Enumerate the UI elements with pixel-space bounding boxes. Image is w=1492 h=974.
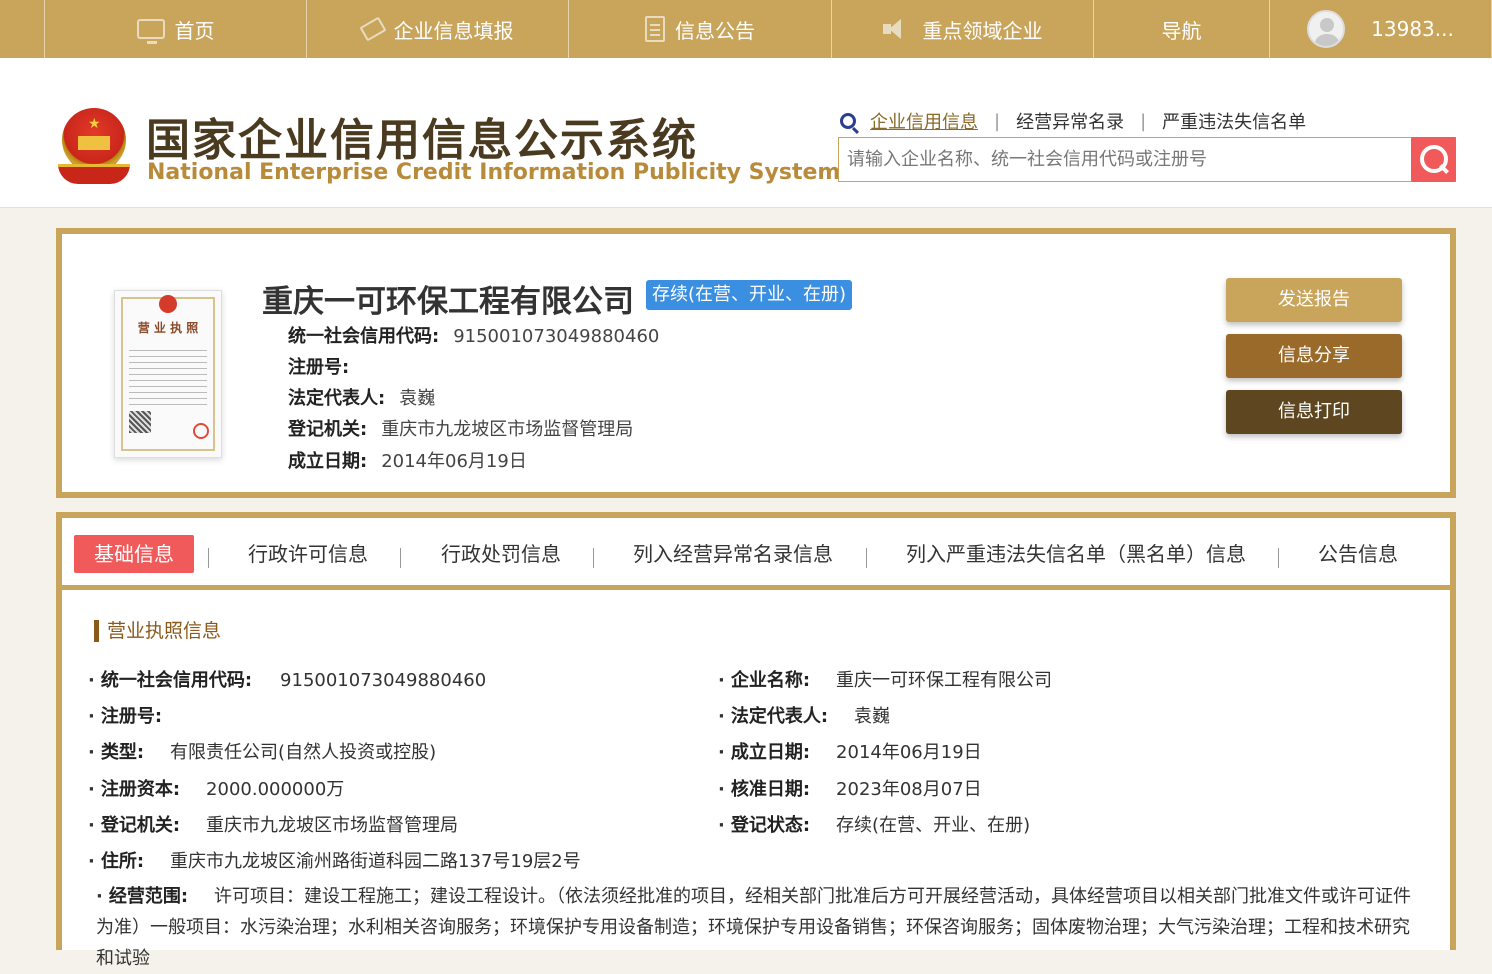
- summary-established: 成立日期: 2014年06月19日: [288, 451, 527, 472]
- basic-info-panel: 营业执照信息 · 统一社会信用代码: 915001073049880460 · 注册号…: [56, 590, 1456, 969]
- national-emblem-logo: ★: [58, 108, 130, 186]
- nav-navigation-label: 导航: [1161, 18, 1202, 43]
- search-button[interactable]: [1411, 137, 1456, 182]
- avatar: [1307, 10, 1346, 48]
- detail-credit-code: · 统一社会信用代码: 915001073049880460: [88, 670, 487, 691]
- send-report-button[interactable]: 发送报告: [1226, 278, 1402, 322]
- nav-enterprise-report[interactable]: 企业信息填报: [307, 0, 569, 58]
- nav-key-enterprises-label: 重点领域企业: [922, 18, 1043, 43]
- site-title: 国家企业信用信息公示系统: [146, 115, 698, 166]
- tab-admin-license[interactable]: 行政许可信息: [248, 535, 368, 573]
- company-name: 重庆一可环保工程有限公司: [262, 284, 634, 320]
- company-summary-card: 营 业 执 照 重庆一可环保工程有限公司 存续(在营、开业、在册) 统一社会信用…: [56, 228, 1456, 498]
- nav-key-enterprises[interactable]: 重点领域企业: [832, 0, 1094, 58]
- search-bar: [838, 137, 1456, 182]
- tab-admin-penalty[interactable]: 行政处罚信息: [441, 535, 561, 573]
- document-icon: [645, 16, 665, 42]
- nav-navigation[interactable]: 导航: [1094, 0, 1270, 58]
- summary-authority: 登记机关: 重庆市九龙坡区市场监督管理局: [288, 419, 634, 440]
- detail-established: · 成立日期: 2014年06月19日: [718, 742, 982, 763]
- site-title-english: National Enterprise Credit Information P…: [147, 160, 841, 185]
- link-abnormal-list[interactable]: 经营异常名录: [1016, 108, 1124, 134]
- status-badge: 存续(在营、开业、在册): [646, 280, 853, 310]
- link-blacklist[interactable]: 严重违法失信名单: [1162, 108, 1306, 134]
- detail-registered-capital: · 注册资本: 2000.000000万: [88, 779, 345, 800]
- nav-announcements[interactable]: 信息公告: [569, 0, 832, 58]
- detail-reg-no: · 注册号:: [88, 706, 163, 727]
- search-type-links: 企业信用信息 | 经营异常名录 | 严重违法失信名单: [840, 108, 1306, 134]
- top-nav-bar: 首页 企业信息填报 信息公告 重点领域企业 导航 13983...: [0, 0, 1492, 58]
- detail-authority: · 登记机关: 重庆市九龙坡区市场监督管理局: [88, 815, 459, 836]
- tab-abnormal-list[interactable]: 列入经营异常名录信息: [633, 535, 833, 573]
- pen-icon: [358, 16, 387, 42]
- section-title: 营业执照信息: [94, 620, 221, 642]
- search-icon: [840, 113, 856, 129]
- tab-blacklist[interactable]: 列入严重违法失信名单（黑名单）信息: [906, 535, 1246, 573]
- search-input[interactable]: [839, 138, 1411, 181]
- nav-announcements-label: 信息公告: [675, 18, 755, 43]
- nav-home-label: 首页: [174, 18, 215, 43]
- summary-legal-rep: 法定代表人: 袁巍: [288, 388, 436, 409]
- speaker-icon: [882, 17, 913, 41]
- info-tabs: 基础信息 行政许可信息 行政处罚信息 列入经营异常名录信息 列入严重违法失信名单…: [56, 512, 1456, 590]
- summary-reg-no: 注册号:: [288, 357, 350, 378]
- detail-company-name: · 企业名称: 重庆一可环保工程有限公司: [718, 670, 1053, 691]
- detail-type: · 类型: 有限责任公司(自然人投资或控股): [88, 742, 437, 763]
- user-name: 13983...: [1371, 17, 1454, 41]
- monitor-icon: [136, 19, 165, 44]
- nav-home[interactable]: 首页: [44, 0, 307, 58]
- share-info-button[interactable]: 信息分享: [1226, 334, 1402, 378]
- license-title: 营 业 执 照: [137, 321, 199, 335]
- detail-business-scope: · 经营范围: 许可项目：建设工程施工；建设工程设计。（依法须经批准的项目，经相关部…: [96, 886, 1412, 969]
- tab-announcements[interactable]: 公告信息: [1318, 535, 1398, 573]
- business-license-image[interactable]: 营 业 执 照: [114, 290, 222, 458]
- print-info-button[interactable]: 信息打印: [1226, 390, 1402, 434]
- user-menu[interactable]: 13983...: [1270, 0, 1492, 58]
- nav-enterprise-report-label: 企业信息填报: [393, 18, 514, 43]
- summary-credit-code: 统一社会信用代码: 915001073049880460: [288, 326, 660, 347]
- tab-basic-info[interactable]: 基础信息: [74, 535, 194, 573]
- detail-reg-status: · 登记状态: 存续(在营、开业、在册): [718, 815, 1031, 836]
- link-credit-info[interactable]: 企业信用信息: [870, 108, 978, 134]
- detail-approval-date: · 核准日期: 2023年08月07日: [718, 779, 982, 800]
- detail-address: · 住所: 重庆市九龙坡区渝州路街道科园二路137号19层2号: [88, 851, 581, 872]
- detail-legal-rep: · 法定代表人: 袁巍: [718, 706, 891, 727]
